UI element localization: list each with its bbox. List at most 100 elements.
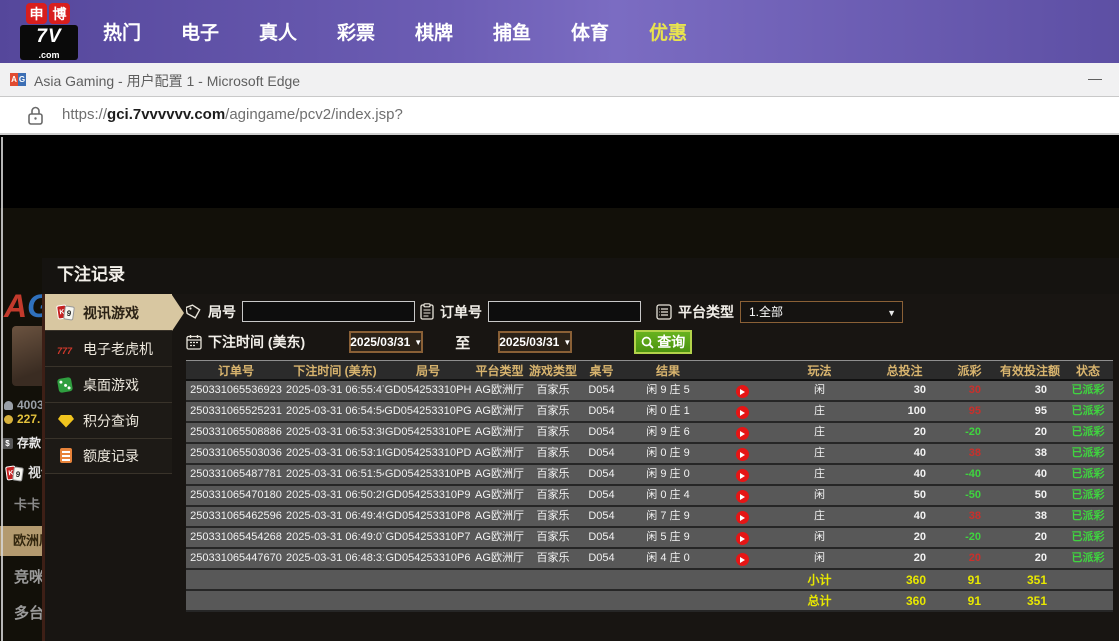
cell-order: 250331065470180 [186,486,286,505]
cell-payout: -40 [942,465,997,484]
nav-item-slots[interactable]: 电子 [181,18,219,45]
cell-round: GD054253310PG [384,402,472,421]
replay-play-icon[interactable] [736,469,749,482]
cell-payout: -20 [942,423,997,442]
replay-play-icon[interactable] [736,427,749,440]
cell-result: 闲 5 庄 9 [624,528,712,547]
table-body: 2503310655369232025-03-31 06:55:47GD0542… [186,381,1113,570]
table-row: 2503310654476702025-03-31 06:48:31GD0542… [186,549,1113,570]
subtotal-row: 小计 360 91 351 [186,570,1113,591]
cell-result: 闲 0 庄 4 [624,486,712,505]
table-row: 2503310654542682025-03-31 06:49:07GD0542… [186,528,1113,549]
sidebar-item-video-games[interactable]: K9 视讯游戏 [45,294,172,330]
online-count: 4003 [4,398,44,412]
replay-play-icon[interactable] [736,553,749,566]
cell-status: 已派彩 [1063,402,1113,421]
cell-valid: 20 [997,549,1063,568]
calendar-icon [186,334,202,350]
cell-time: 2025-03-31 06:54:54 [286,402,384,421]
date-to-picker[interactable]: 2025/03/31▼ [498,331,572,353]
nav-item-sports[interactable]: 体育 [571,18,609,45]
round-input[interactable] [242,301,415,322]
cell-bet: 40 [867,507,942,526]
url-path: /agingame/pcv2/index.jsp? [225,106,403,123]
cell-valid: 38 [997,444,1063,463]
table-row: 2503310655252312025-03-31 06:54:54GD0542… [186,402,1113,423]
order-number-input[interactable] [488,301,641,322]
cell-game: 百家乐 [527,444,579,463]
cell-order: 250331065503036 [186,444,286,463]
chevron-down-icon: ▼ [563,338,571,347]
date-from-picker[interactable]: 2025/03/31▼ [349,331,423,353]
nav-item-promo[interactable]: 优惠 [649,18,687,45]
sidebar-item-credit-records[interactable]: 额度记录 [45,438,172,474]
cell-game: 百家乐 [527,486,579,505]
col-total-bet: 总投注 [867,361,942,379]
subtotal-payout: 91 [942,570,997,590]
cell-platform: AG欧洲厅 [472,528,527,547]
cell-table: D054 [579,486,624,505]
bg-menu-europe-hall: 欧洲厅 [0,526,44,556]
cell-time: 2025-03-31 06:49:49 [286,507,384,526]
person-icon [4,401,13,410]
cell-payout: 38 [942,444,997,463]
cell-game: 百家乐 [527,423,579,442]
site-logo[interactable]: 申 博 7V .com [20,3,86,61]
cell-play: 闲 [772,486,867,505]
sidebar-item-points-query[interactable]: 积分查询 [45,402,172,438]
cell-valid: 40 [997,465,1063,484]
cell-round: GD054253310PB [384,465,472,484]
cell-time: 2025-03-31 06:53:38 [286,423,384,442]
col-replay [712,361,772,379]
replay-cell [712,402,772,421]
cell-result: 闲 9 庄 6 [624,423,712,442]
sidebar-item-slot-machines[interactable]: 777 电子老虎机 [45,330,172,366]
minimize-button[interactable]: — [1085,69,1105,89]
cell-round: GD054253310P7 [384,528,472,547]
cards-icon: K9 [6,466,24,482]
col-platform: 平台类型 [472,361,527,379]
cell-status: 已派彩 [1063,444,1113,463]
url-bar[interactable]: https://gci.7vvvvvv.com/agingame/pcv2/in… [0,97,1119,135]
nav-item-fishing[interactable]: 捕鱼 [493,18,531,45]
platform-type-select[interactable]: 1.全部 ▼ [740,301,903,323]
cell-order: 250331065447670 [186,549,286,568]
document-icon [57,448,75,464]
replay-play-icon[interactable] [736,448,749,461]
cell-play: 庄 [772,423,867,442]
query-button[interactable]: 查询 [634,330,692,354]
sidebar-item-table-games[interactable]: 桌面游戏 [45,366,172,402]
cell-bet: 20 [867,549,942,568]
nav-item-hot[interactable]: 热门 [103,18,141,45]
cell-status: 已派彩 [1063,423,1113,442]
col-table: 桌号 [579,361,624,379]
cell-result: 闲 9 庄 5 [624,381,712,400]
cell-result: 闲 0 庄 1 [624,402,712,421]
sidebar-item-label: 桌面游戏 [83,375,139,395]
gem-icon [57,413,75,429]
dice-icon [57,377,75,393]
replay-play-icon[interactable] [736,511,749,524]
logo-badge-shen: 申 [26,3,47,24]
cell-game: 百家乐 [527,465,579,484]
replay-play-icon[interactable] [736,406,749,419]
replay-play-icon[interactable] [736,385,749,398]
nav-item-lottery[interactable]: 彩票 [337,18,375,45]
cell-status: 已派彩 [1063,507,1113,526]
cell-table: D054 [579,465,624,484]
table-row: 2503310654701802025-03-31 06:50:28GD0542… [186,486,1113,507]
replay-play-icon[interactable] [736,532,749,545]
address-text[interactable]: https://gci.7vvvvvv.com/agingame/pcv2/in… [62,106,403,123]
chevron-down-icon: ▼ [414,338,422,347]
logo-tld: .com [20,49,78,60]
cell-table: D054 [579,381,624,400]
nav-item-board[interactable]: 棋牌 [415,18,453,45]
slots-777-icon: 777 [57,341,75,357]
panel-sidebar: K9 视讯游戏 777 电子老虎机 桌面游戏 积分查询 额度记录 [42,294,172,641]
table-row: 2503310655088862025-03-31 06:53:38GD0542… [186,423,1113,444]
nav-item-live[interactable]: 真人 [259,18,297,45]
replay-play-icon[interactable] [736,490,749,503]
cell-result: 闲 4 庄 0 [624,549,712,568]
col-valid-bet: 有效投注额 [997,361,1063,379]
bet-time-label: 下注时间 (美东) [208,332,305,352]
